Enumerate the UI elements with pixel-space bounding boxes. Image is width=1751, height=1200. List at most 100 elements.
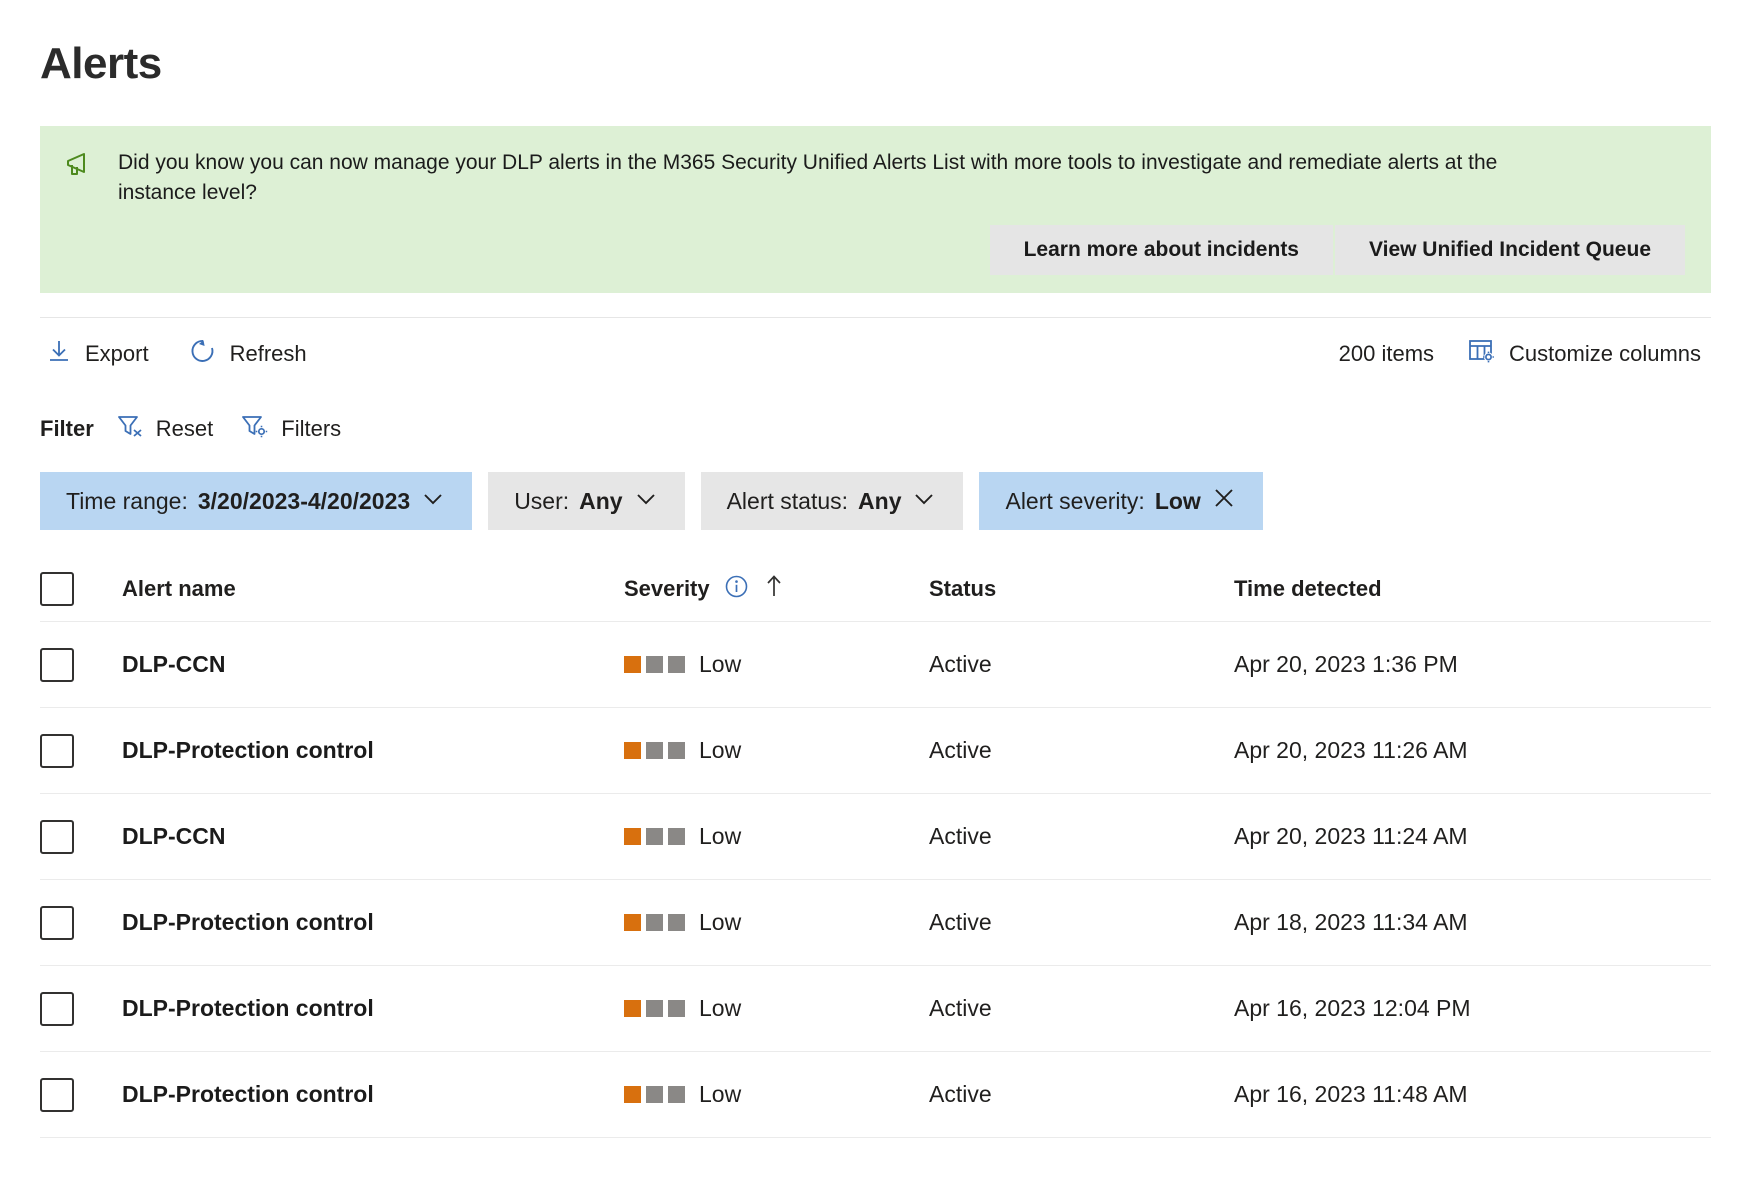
refresh-label: Refresh [229, 341, 307, 367]
alerts-page: Alerts Did you know you can now manage y… [0, 0, 1751, 1200]
filter-pill-time-range[interactable]: Time range: 3/20/2023-4/20/2023 [40, 472, 473, 531]
filter-pill-user[interactable]: User: Any [488, 472, 685, 531]
severity-label: Low [699, 1081, 742, 1108]
cell-status: Active [929, 1081, 992, 1108]
chevron-down-icon [633, 485, 659, 517]
severity-label: Low [699, 823, 742, 850]
table-row[interactable]: DLP-Protection control Low Active Apr 16, 2… [40, 1052, 1711, 1139]
cell-time-detected: Apr 16, 2023 12:04 PM [1234, 995, 1471, 1022]
filters-button[interactable]: Filters [241, 413, 341, 445]
row-select-cell [40, 819, 122, 854]
table-row[interactable]: DLP-CCN Low Active Apr 20, 2023 1:36 PM [40, 622, 1711, 709]
table-row[interactable]: DLP-CCN Low Active Apr 20, 2023 11:24 AM [40, 794, 1711, 881]
columns-gear-icon [1468, 338, 1496, 370]
table-row[interactable]: DLP-Protection control Low Active Apr 18, 2… [40, 880, 1711, 967]
column-header-status[interactable]: Status [929, 576, 1234, 602]
select-all-checkbox[interactable] [40, 571, 74, 606]
row-select-cell [40, 905, 122, 940]
filter-pills: Time range: 3/20/2023-4/20/2023 User: An… [40, 472, 1711, 531]
filter-label: Filter [40, 416, 94, 442]
export-button[interactable]: Export [40, 332, 159, 376]
filter-pill-key: Alert status: [726, 487, 849, 514]
cell-alert-name[interactable]: DLP-Protection control [122, 737, 624, 764]
severity-square [624, 1086, 641, 1104]
table-body: DLP-CCN Low Active Apr 20, 2023 1:36 PM DLP-… [40, 622, 1711, 1139]
cell-status: Active [929, 823, 992, 850]
cell-alert-name[interactable]: DLP-Protection control [122, 995, 624, 1022]
cell-alert-name[interactable]: DLP-CCN [122, 651, 624, 678]
severity-square [668, 656, 685, 674]
row-checkbox[interactable] [40, 905, 74, 940]
severity-square [646, 914, 663, 932]
learn-more-about-incidents-button[interactable]: Learn more about incidents [989, 225, 1333, 276]
severity-square [624, 828, 641, 846]
cell-time-detected: Apr 16, 2023 11:48 AM [1234, 1081, 1468, 1108]
refresh-circle-icon [189, 337, 217, 371]
table-header-row: Alert name Severity Status Time detected [40, 556, 1711, 623]
cell-alert-name[interactable]: DLP-CCN [122, 823, 624, 850]
severity-indicator-icon [624, 656, 685, 674]
column-header-alert-name[interactable]: Alert name [122, 576, 624, 602]
filter-pill-value: Any [579, 487, 623, 514]
funnel-gear-icon [241, 413, 269, 445]
chevron-down-icon [911, 485, 937, 517]
megaphone-icon [66, 148, 100, 183]
sort-ascending-arrow-icon[interactable] [763, 573, 785, 604]
table-row[interactable]: DLP-Protection control Low Active Apr 16, 2… [40, 966, 1711, 1053]
info-circle-icon[interactable] [724, 574, 749, 604]
severity-square [668, 1086, 685, 1104]
filter-pill-alert-status[interactable]: Alert status: Any [700, 472, 964, 531]
refresh-button[interactable]: Refresh [183, 331, 317, 377]
row-select-cell [40, 991, 122, 1026]
close-icon[interactable] [1211, 485, 1237, 517]
table-row[interactable]: DLP-Protection control Low Active Apr 20, 2… [40, 708, 1711, 795]
cell-severity: Low [624, 737, 929, 764]
cell-alert-name[interactable]: DLP-Protection control [122, 1081, 624, 1108]
severity-square [646, 742, 663, 760]
customize-columns-button[interactable]: Customize columns [1462, 332, 1711, 376]
cell-status: Active [929, 909, 992, 936]
cell-alert-name[interactable]: DLP-Protection control [122, 909, 624, 936]
items-count: 200 items [1338, 341, 1435, 367]
reset-filters-button[interactable]: Reset [116, 413, 213, 445]
command-toolbar: Export Refresh 200 items Customize colum… [40, 318, 1711, 390]
page-title: Alerts [40, 39, 162, 88]
customize-columns-label: Customize columns [1509, 341, 1701, 367]
filter-bar: Filter Reset Filters [40, 400, 1711, 458]
severity-indicator-icon [624, 742, 685, 760]
filter-pill-value: Any [858, 487, 902, 514]
row-checkbox[interactable] [40, 733, 74, 768]
column-header-time-detected[interactable]: Time detected [1234, 576, 1711, 602]
cell-status: Active [929, 995, 992, 1022]
cell-severity: Low [624, 823, 929, 850]
severity-square [668, 914, 685, 932]
row-checkbox[interactable] [40, 1077, 74, 1112]
severity-square [624, 742, 641, 760]
cell-time-detected: Apr 20, 2023 11:26 AM [1234, 737, 1468, 764]
severity-indicator-icon [624, 914, 685, 932]
row-checkbox[interactable] [40, 991, 74, 1026]
view-unified-incident-queue-button[interactable]: View Unified Incident Queue [1335, 225, 1685, 276]
severity-square [646, 1000, 663, 1018]
severity-square [624, 914, 641, 932]
severity-label: Low [699, 909, 742, 936]
column-header-severity-label: Severity [624, 575, 710, 601]
row-checkbox[interactable] [40, 647, 74, 682]
filter-pill-alert-severity[interactable]: Alert severity: Low [979, 472, 1263, 531]
severity-square [668, 828, 685, 846]
banner-message: Did you know you can now manage your DLP… [118, 151, 1498, 204]
severity-square [624, 656, 641, 674]
row-checkbox[interactable] [40, 819, 74, 854]
column-header-severity[interactable]: Severity [624, 573, 929, 604]
cell-severity: Low [624, 1081, 929, 1108]
filter-pill-key: Time range: [66, 487, 188, 514]
filter-pill-key: Alert severity: [1005, 487, 1145, 514]
severity-indicator-icon [624, 1000, 685, 1018]
row-select-cell [40, 647, 122, 682]
cell-status: Active [929, 651, 992, 678]
alerts-table: Alert name Severity Status Time detected… [40, 556, 1711, 1139]
cell-severity: Low [624, 995, 929, 1022]
chevron-down-icon [420, 485, 446, 517]
dlp-info-banner: Did you know you can now manage your DLP… [40, 126, 1711, 294]
severity-indicator-icon [624, 828, 685, 846]
